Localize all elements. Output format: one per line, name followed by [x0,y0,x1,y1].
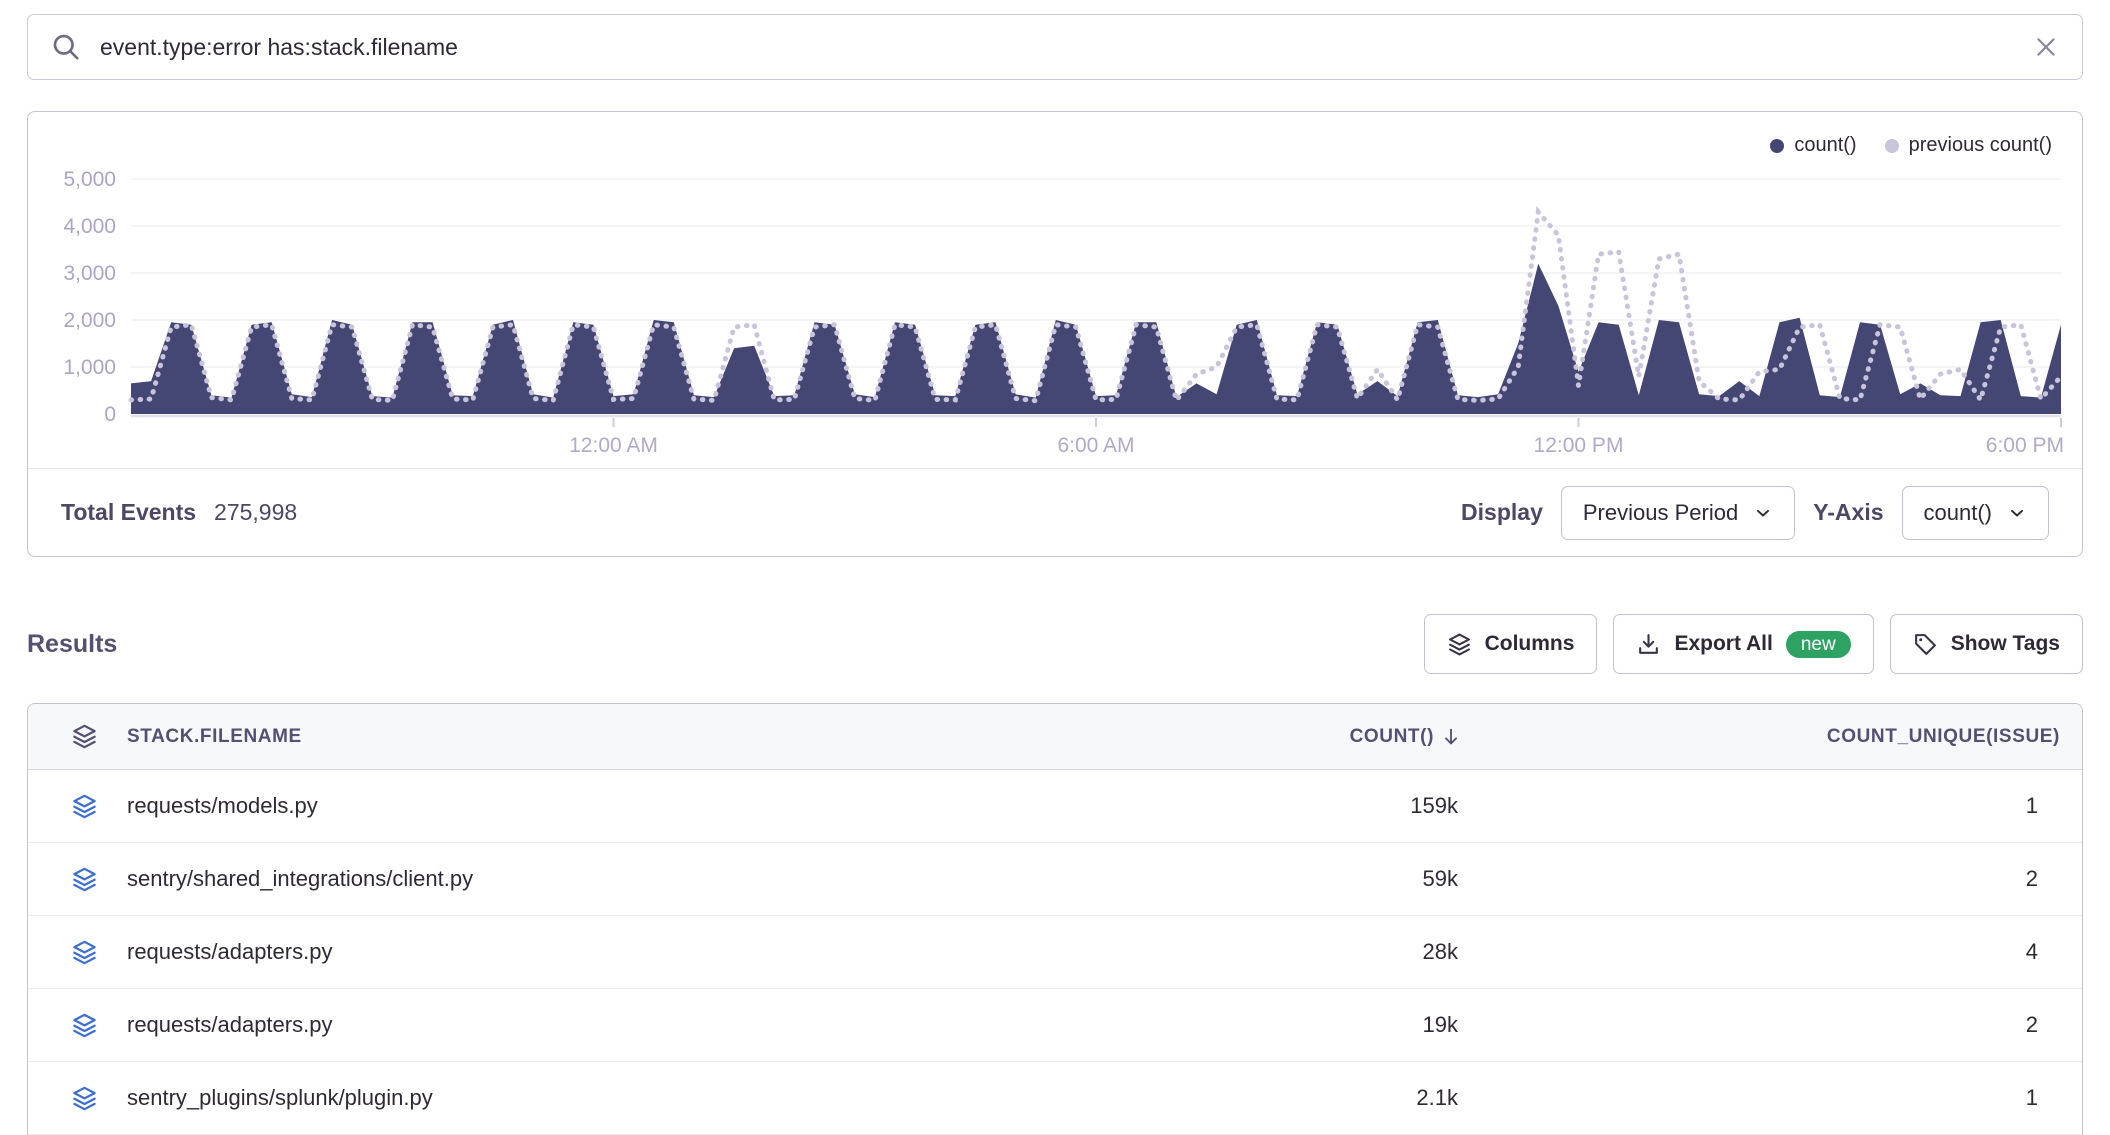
clear-search-icon[interactable] [2033,34,2059,60]
events-chart[interactable]: 0 1,000 2,000 3,000 4,000 5,000 12:00 AM 6:00 A… [28,112,2082,468]
layers-icon[interactable] [71,939,98,966]
column-header-label: STACK.FILENAME [127,726,302,748]
export-all-button[interactable]: Export All new [1613,614,1873,674]
row-filename-cell[interactable]: requests/adapters.py [28,1012,1122,1039]
search-bar[interactable] [27,14,2083,80]
table-row[interactable]: sentry/shared_integrations/client.py 59k… [28,843,2082,916]
table-header: STACK.FILENAME COUNT() COUNT_UNIQUE(ISSU… [28,704,2082,770]
row-filename: requests/models.py [127,793,318,819]
row-filename-cell[interactable]: requests/adapters.py [28,939,1122,966]
row-count: 28k [1122,939,1462,965]
row-filename: requests/adapters.py [127,1012,332,1038]
display-label: Display [1461,499,1543,526]
results-bar: Results Columns Export All new [27,614,2083,674]
column-header-count[interactable]: COUNT() [1122,726,1462,748]
layers-icon[interactable] [71,793,98,820]
row-count: 159k [1122,793,1462,819]
row-count-unique: 1 [1462,1085,2082,1111]
search-input[interactable] [100,34,2014,61]
y-tick-label: 0 [104,403,116,426]
column-header-label: COUNT() [1350,726,1434,748]
row-filename-cell[interactable]: sentry_plugins/splunk/plugin.py [28,1085,1122,1112]
row-filename: sentry/shared_integrations/client.py [127,866,473,892]
table-row[interactable]: requests/adapters.py 19k 2 [28,989,2082,1062]
sort-desc-icon [1440,726,1462,748]
count-series-area [131,264,2061,414]
yaxis-select[interactable]: count() [1902,486,2049,540]
table-body: requests/models.py 159k 1 sentry/shared_… [28,770,2082,1135]
row-filename-cell[interactable]: sentry/shared_integrations/client.py [28,866,1122,893]
tag-icon [1913,632,1938,657]
row-count: 59k [1122,866,1462,892]
events-chart-panel: count() previous count() 0 1,000 2,000 3,00… [27,111,2083,557]
chevron-down-icon [2007,503,2027,523]
layers-icon[interactable] [71,1012,98,1039]
x-tick-label: 6:00 AM [1057,434,1134,457]
download-icon [1636,632,1661,657]
export-all-button-label: Export All [1674,632,1772,656]
row-count: 19k [1122,1012,1462,1038]
legend-item-count[interactable]: count() [1770,134,1856,157]
columns-button[interactable]: Columns [1424,614,1598,674]
table-row[interactable]: sentry_plugins/splunk/plugin.py 2.1k 1 [28,1062,2082,1135]
legend-label-count: count() [1794,134,1856,157]
legend-item-previous-count[interactable]: previous count() [1885,134,2052,157]
chart-footer: Total Events 275,998 Display Previous Pe… [28,468,2082,556]
x-tick-label: 12:00 AM [569,434,658,457]
columns-button-label: Columns [1485,632,1575,656]
results-table: STACK.FILENAME COUNT() COUNT_UNIQUE(ISSU… [27,703,2083,1135]
layers-icon[interactable] [71,866,98,893]
column-header-stack-filename[interactable]: STACK.FILENAME [28,723,1122,750]
row-count-unique: 2 [1462,1012,2082,1038]
show-tags-button[interactable]: Show Tags [1890,614,2083,674]
x-tick-label: 12:00 PM [1534,434,1624,457]
new-badge: new [1786,631,1851,658]
row-filename: sentry_plugins/splunk/plugin.py [127,1085,433,1111]
row-count-unique: 1 [1462,793,2082,819]
y-tick-label: 4,000 [63,215,116,238]
layers-icon [71,723,98,750]
y-tick-label: 3,000 [63,262,116,285]
column-header-count-unique[interactable]: COUNT_UNIQUE(ISSUE) [1462,726,2082,748]
total-events-label: Total Events [61,499,196,526]
yaxis-select-value: count() [1924,500,1992,526]
show-tags-button-label: Show Tags [1951,632,2060,656]
legend-label-previous-count: previous count() [1909,134,2052,157]
row-count: 2.1k [1122,1085,1462,1111]
table-row[interactable]: requests/adapters.py 28k 4 [28,916,2082,989]
display-select-value: Previous Period [1583,500,1738,526]
search-icon [51,32,81,62]
total-events-value: 275,998 [214,499,297,526]
display-select[interactable]: Previous Period [1561,486,1795,540]
chevron-down-icon [1753,503,1773,523]
layers-icon [1447,632,1472,657]
chart-legend: count() previous count() [1770,134,2052,157]
results-title: Results [27,630,117,659]
legend-dot-previous-count [1885,139,1899,153]
y-tick-label: 5,000 [63,168,116,191]
yaxis-label: Y-Axis [1813,499,1883,526]
legend-dot-count [1770,139,1784,153]
y-tick-label: 1,000 [63,356,116,379]
x-tick-label: 6:00 PM [1986,434,2064,457]
table-row[interactable]: requests/models.py 159k 1 [28,770,2082,843]
row-count-unique: 4 [1462,939,2082,965]
y-tick-label: 2,000 [63,309,116,332]
row-filename: requests/adapters.py [127,939,332,965]
row-filename-cell[interactable]: requests/models.py [28,793,1122,820]
row-count-unique: 2 [1462,866,2082,892]
column-header-label: COUNT_UNIQUE(ISSUE) [1827,726,2060,748]
layers-icon[interactable] [71,1085,98,1112]
